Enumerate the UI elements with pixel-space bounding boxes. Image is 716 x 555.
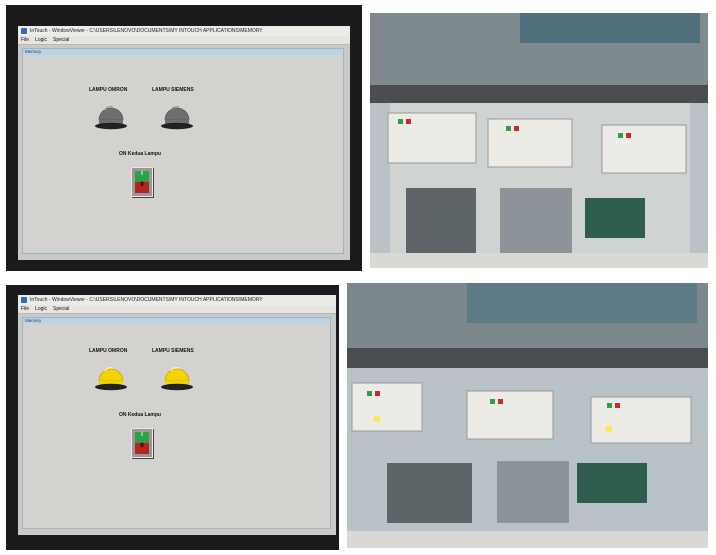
lamp-omron-label: LAMPU OMRON (89, 348, 128, 354)
lamp-siemens-label: LAMPU SIEMENS (152, 348, 194, 354)
lamp-siemens-label: LAMPU SIEMENS (152, 87, 194, 93)
memory-window: Memory LAMPU OMRON LAMPU SIEMENS ON Kedu… (22, 48, 344, 254)
menu-logic[interactable]: Logic (35, 36, 47, 44)
menu-file[interactable]: File (21, 305, 29, 313)
lamp-siemens-icon (161, 106, 193, 130)
plc-trainer-illustration (370, 13, 708, 268)
intouch-app-icon (21, 28, 27, 34)
intouch-app-icon (21, 297, 27, 303)
monitor-photo-bottom: InTouch - WindowViewer - C:\USERS\LENOVO… (6, 285, 339, 550)
lamp-siemens-icon (161, 367, 193, 391)
switch-off-segment: 0 (135, 182, 149, 193)
switch-off-segment: 0 (135, 443, 149, 454)
memory-window-tab: Memory (23, 318, 330, 324)
window-titlebar: InTouch - WindowViewer - C:\USERS\LENOVO… (18, 26, 350, 36)
plc-trainer-photo-bottom (347, 283, 708, 548)
switch-label: ON Kedua Lampu (119, 151, 161, 157)
lamp-omron-icon (95, 106, 127, 130)
window-titlebar: InTouch - WindowViewer - C:\USERS\LENOVO… (18, 295, 336, 305)
window-title: InTouch - WindowViewer - C:\USERS\LENOVO… (30, 28, 263, 34)
memory-window-tab: Memory (23, 49, 343, 55)
intouch-window-bottom: InTouch - WindowViewer - C:\USERS\LENOVO… (18, 295, 336, 535)
memory-window: Memory LAMPU OMRON LAMPU SIEMENS ON Kedu… (22, 317, 331, 529)
menu-special[interactable]: Special (53, 305, 69, 313)
intouch-window-top: InTouch - WindowViewer - C:\USERS\LENOVO… (18, 26, 350, 260)
monitor-photo-top: InTouch - WindowViewer - C:\USERS\LENOVO… (6, 5, 362, 271)
switch-label: ON Kedua Lampu (119, 412, 161, 418)
window-title: InTouch - WindowViewer - C:\USERS\LENOVO… (30, 297, 263, 303)
lamp-omron-label: LAMPU OMRON (89, 87, 128, 93)
menu-logic[interactable]: Logic (35, 305, 47, 313)
lamp-omron-icon (95, 367, 127, 391)
plc-trainer-illustration (347, 283, 708, 548)
plc-trainer-photo-top (370, 13, 708, 268)
menu-file[interactable]: File (21, 36, 29, 44)
menu-bar: File Logic Special (18, 36, 350, 45)
menu-bar: File Logic Special (18, 305, 336, 314)
menu-special[interactable]: Special (53, 36, 69, 44)
toggle-switch-button[interactable]: I 0 (131, 428, 153, 458)
toggle-switch-button[interactable]: I 0 (131, 167, 153, 197)
